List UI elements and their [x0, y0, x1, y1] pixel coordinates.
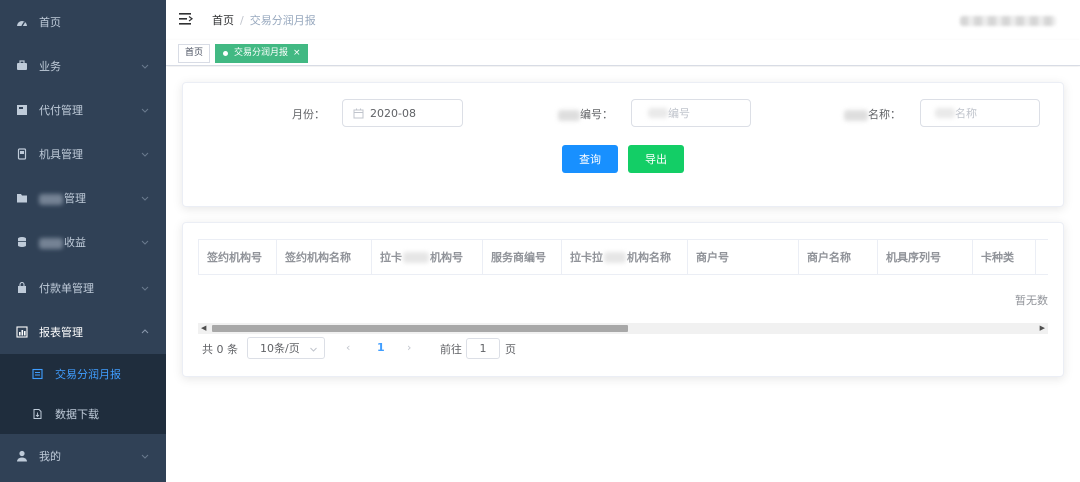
sidebar-item-label: 付款单管理 [39, 282, 94, 295]
column-header: 签约机构名称 [277, 239, 372, 275]
sidebar: 首页 业务 代付管理 机具管理 管理 收益 付款单管理 报表管理 交易分润月报 … [0, 0, 166, 482]
document-icon [16, 104, 28, 116]
redacted-text [604, 251, 626, 263]
chevron-down-icon [140, 193, 150, 203]
next-page-button[interactable]: › [407, 341, 411, 354]
redacted-text [403, 251, 429, 263]
chevron-down-icon [140, 149, 150, 159]
redacted-text [935, 108, 955, 118]
page-size-select[interactable]: 10条/页 [247, 337, 325, 359]
chevron-down-icon [140, 237, 150, 247]
chevron-down-icon [309, 344, 318, 353]
column-header: 卡种类 [973, 239, 1036, 275]
sidebar-item-label: 报表管理 [39, 326, 83, 339]
shopping-bag-icon [16, 282, 28, 294]
page-suffix: 页 [505, 343, 516, 356]
column-header: 服务商编号 [483, 239, 562, 275]
scrollbar-thumb[interactable] [212, 325, 628, 332]
name-label: 名称： [868, 108, 901, 121]
month-picker[interactable]: 2020-08 [342, 99, 463, 127]
goto-page-input[interactable]: 1 [466, 338, 500, 359]
sidebar-item-manage[interactable]: 管理 [0, 176, 166, 220]
column-header: 拉卡拉 机构名称 [562, 239, 688, 275]
sidebar-item-payment[interactable]: 代付管理 [0, 88, 166, 132]
column-header: 商户名称 [799, 239, 878, 275]
column-header: 签约机构号 [198, 239, 277, 275]
tag-label: 交易分润月报 [234, 48, 289, 58]
code-label: 编号： [580, 108, 613, 121]
sidebar-item-mine[interactable]: 我的 [0, 434, 166, 478]
database-icon [16, 236, 28, 248]
empty-text: 暂无数 [1015, 294, 1048, 307]
tag-monthly-report[interactable]: 交易分润月报 × [215, 44, 308, 63]
column-header: 拉卡 机构号 [372, 239, 483, 275]
page-number[interactable]: 1 [377, 341, 385, 354]
sidebar-item-label: 收益 [64, 236, 86, 249]
code-placeholder: 编号 [668, 107, 690, 120]
sidebar-item-reports[interactable]: 报表管理 [0, 310, 166, 354]
sidebar-subitem-label: 数据下载 [55, 408, 99, 421]
chevron-down-icon [140, 61, 150, 71]
sidebar-item-home[interactable]: 首页 [0, 0, 166, 44]
tag-home[interactable]: 首页 [178, 44, 211, 63]
breadcrumb-current: 交易分润月报 [249, 14, 316, 27]
goto-label: 前往 [440, 343, 462, 356]
column-header: 商户号 [688, 239, 799, 275]
redacted-text [558, 109, 580, 121]
download-file-icon [32, 409, 43, 420]
folder-icon [16, 192, 28, 204]
prev-page-button[interactable]: ‹ [346, 341, 350, 354]
user-icon [16, 450, 28, 462]
user-menu-redacted[interactable] [960, 16, 1056, 26]
report-icon [32, 368, 43, 380]
chevron-up-icon [140, 327, 150, 337]
month-value: 2020-08 [370, 106, 416, 120]
redacted-text [844, 109, 868, 121]
sidebar-item-income[interactable]: 收益 [0, 220, 166, 264]
sidebar-item-payment-order[interactable]: 付款单管理 [0, 266, 166, 310]
pos-terminal-icon [16, 148, 28, 160]
scroll-right-icon[interactable]: ▶ [1040, 324, 1045, 332]
export-button[interactable]: 导出 [628, 145, 684, 173]
sidebar-item-label: 机具管理 [39, 148, 83, 161]
sidebar-item-business[interactable]: 业务 [0, 44, 166, 88]
pagination-total: 共 0 条 [202, 343, 238, 356]
redacted-text [39, 237, 63, 249]
chart-icon [16, 326, 28, 338]
dashboard-icon [16, 16, 28, 28]
chevron-down-icon [140, 105, 150, 115]
scroll-left-icon[interactable]: ◀ [201, 324, 206, 332]
horizontal-scrollbar[interactable]: ◀ ▶ [198, 323, 1048, 334]
name-placeholder: 名称 [955, 107, 977, 120]
tags-view: 首页 交易分润月报 × [166, 40, 1080, 66]
sidebar-item-label: 我的 [39, 450, 61, 463]
breadcrumb: 首页 / 交易分润月报 [212, 12, 316, 28]
calendar-icon [353, 108, 364, 119]
close-icon[interactable]: × [293, 48, 301, 58]
sidebar-subitem-label: 交易分润月报 [55, 368, 121, 381]
sidebar-item-label: 业务 [39, 60, 61, 73]
redacted-text [648, 108, 668, 118]
code-input[interactable]: 编号 [631, 99, 751, 127]
hamburger-menu-icon[interactable] [179, 12, 194, 26]
page-size-value: 10条/页 [260, 342, 300, 355]
column-header-partial [1036, 239, 1048, 275]
briefcase-icon [16, 60, 28, 72]
breadcrumb-separator: / [240, 14, 244, 27]
month-label: 月份： [292, 108, 325, 121]
sidebar-item-label: 管理 [64, 192, 86, 205]
redacted-text [39, 193, 63, 205]
sidebar-subitem-data-download[interactable]: 数据下载 [0, 394, 166, 434]
chevron-down-icon [140, 283, 150, 293]
sidebar-subitem-monthly-report[interactable]: 交易分润月报 [0, 354, 166, 394]
sidebar-item-label: 代付管理 [39, 104, 83, 117]
chevron-down-icon [140, 451, 150, 461]
breadcrumb-home[interactable]: 首页 [212, 14, 234, 27]
navbar: 首页 / 交易分润月报 [166, 0, 1080, 40]
sidebar-item-terminal[interactable]: 机具管理 [0, 132, 166, 176]
query-button[interactable]: 查询 [562, 145, 618, 173]
column-header: 机具序列号 [878, 239, 973, 275]
name-input[interactable]: 名称 [920, 99, 1040, 127]
sidebar-item-label: 首页 [39, 16, 61, 29]
